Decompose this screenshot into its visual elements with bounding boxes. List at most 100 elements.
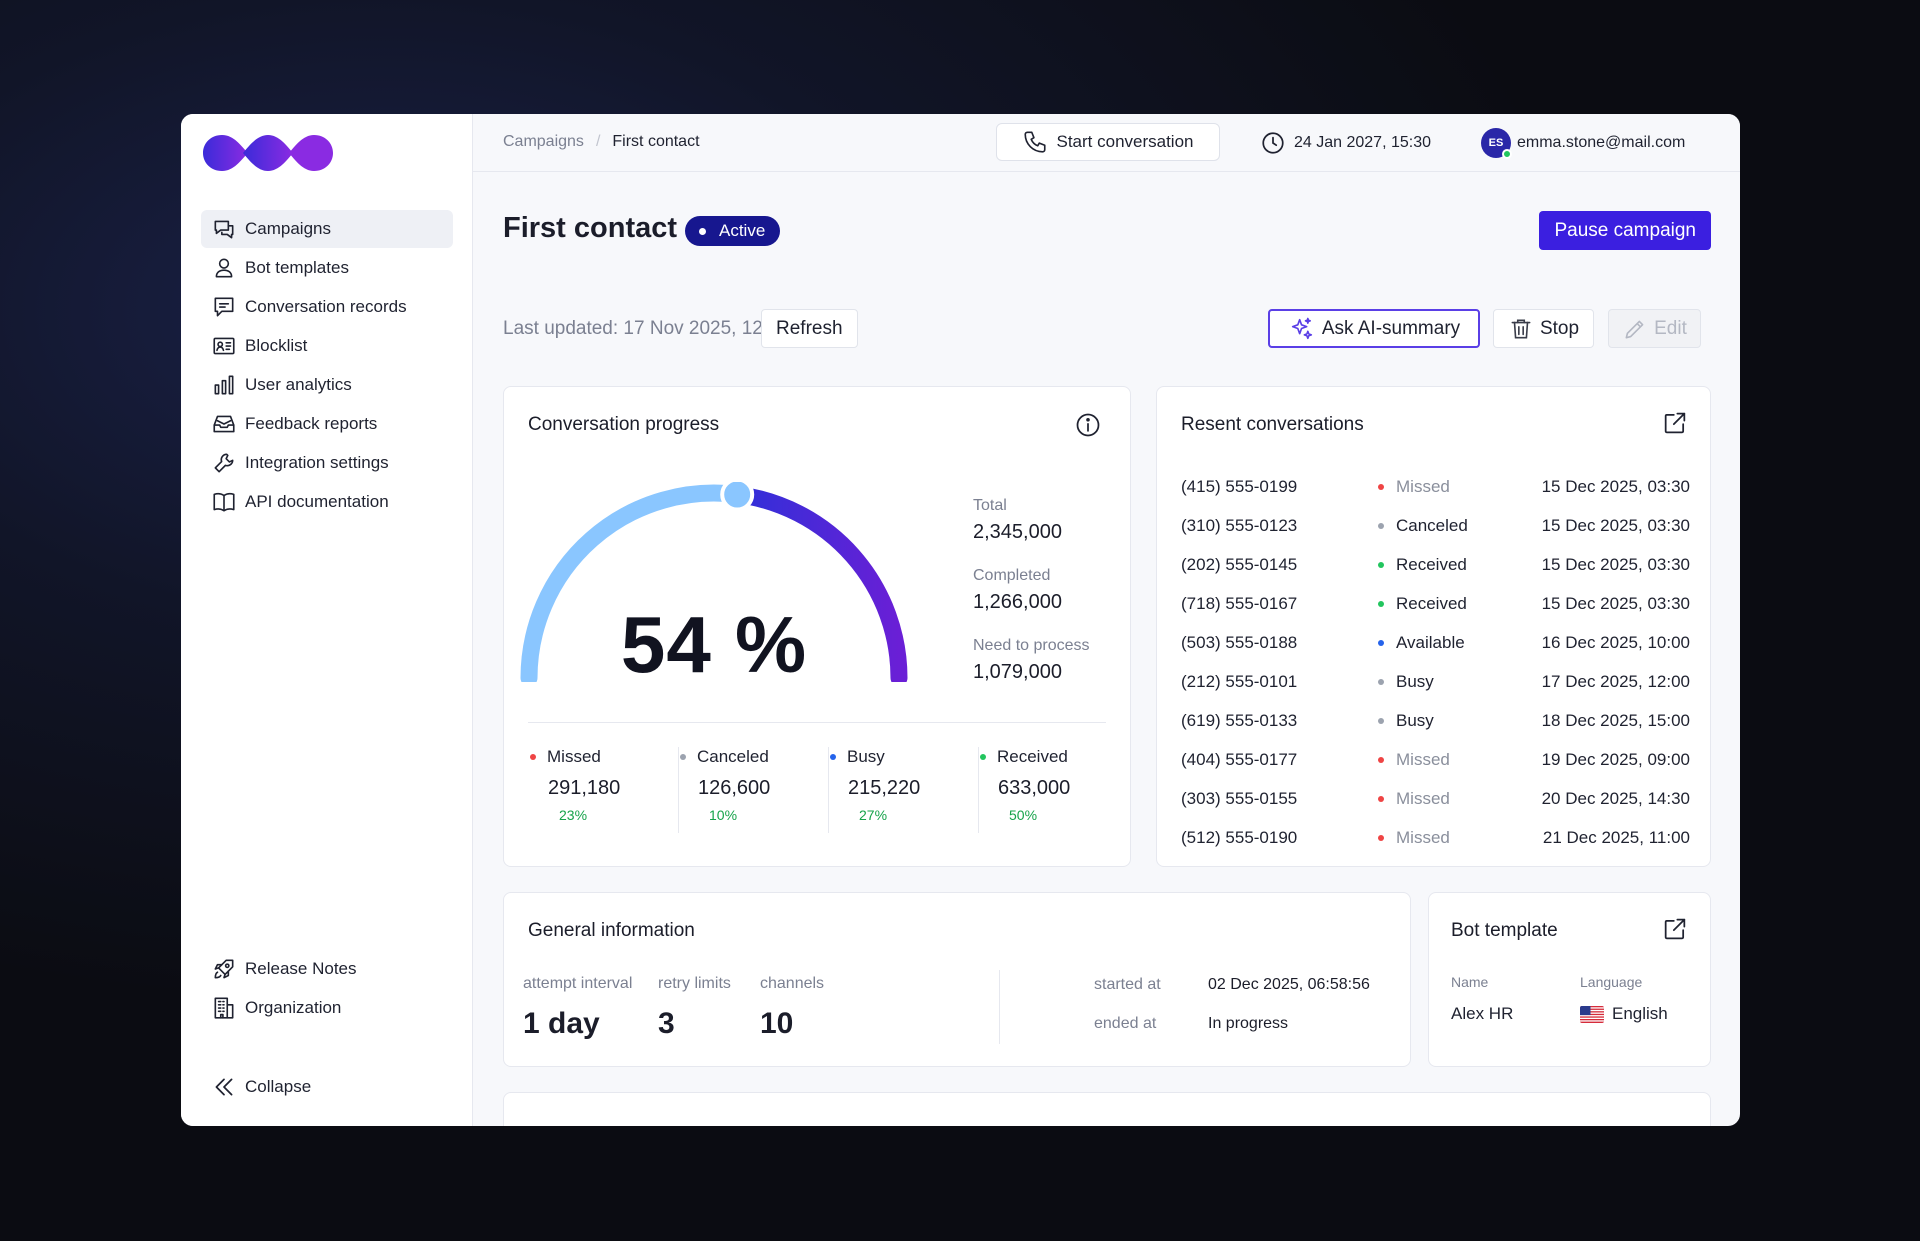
sidebar-item-feedback-reports[interactable]: Feedback reports: [201, 405, 453, 443]
datetime-text: 24 Jan 2027, 15:30: [1294, 134, 1432, 151]
stat-label: Canceled: [697, 747, 769, 766]
conversation-phone: (718) 555-0167: [1181, 593, 1298, 613]
refresh-button[interactable]: Refresh: [761, 309, 858, 348]
status-dot: [699, 227, 706, 235]
breadcrumb-separator: /: [595, 133, 601, 150]
main-content: Campaigns / First contact Start conversa…: [473, 114, 1740, 1126]
conversation-phone: (404) 555-0177: [1181, 749, 1298, 769]
stat-value: 633,000: [998, 777, 1071, 799]
table-row[interactable]: (202) 555-0145 Received 15 Dec 2025, 03:30: [1181, 545, 1690, 584]
conversation-status-label: Received: [1396, 554, 1467, 574]
conversation-phone: (415) 555-0199: [1181, 476, 1298, 496]
status-dot: [680, 754, 686, 760]
collapse-button[interactable]: Collapse: [201, 1068, 453, 1107]
breadcrumb-current: First contact: [612, 133, 700, 150]
breadcrumb-campaigns[interactable]: Campaigns: [503, 133, 584, 151]
pencil-icon: [1625, 320, 1644, 338]
us-flag-icon: [1580, 1005, 1604, 1023]
sidebar-item-user-analytics[interactable]: User analytics: [201, 366, 453, 404]
wrench-icon: [214, 453, 234, 473]
info-icon[interactable]: [1074, 411, 1102, 439]
stat-percent: 23%: [559, 807, 588, 823]
general-label: attempt interval: [523, 975, 633, 992]
total-value: 1,266,000: [973, 591, 1062, 613]
general-label: channels: [760, 975, 825, 992]
sparkles-icon: [1291, 317, 1312, 339]
progress-percent: 54 %: [620, 600, 808, 689]
sidebar-item-campaigns[interactable]: Campaigns: [201, 210, 453, 248]
sidebar-item-release-notes[interactable]: Release Notes: [201, 950, 453, 988]
status-dot: [1378, 756, 1384, 763]
table-row[interactable]: (718) 555-0167 Received 15 Dec 2025, 03:30: [1181, 584, 1690, 623]
total-value: 1,079,000: [973, 661, 1062, 683]
progress-divider: [528, 722, 1106, 723]
stat-percent: 50%: [1009, 807, 1038, 823]
conversation-status: Busy: [1378, 711, 1508, 731]
conversation-list: (415) 555-0199 Missed 15 Dec 2025, 03:30 (3…: [1181, 467, 1690, 857]
stat-divider: [678, 747, 679, 833]
table-row[interactable]: (404) 555-0177 Missed 19 Dec 2025, 09:00: [1181, 740, 1690, 779]
start-conversation-button[interactable]: Start conversation: [996, 123, 1220, 161]
conversation-date: 18 Dec 2025, 15:00: [1541, 710, 1690, 730]
table-row[interactable]: (512) 555-0190 Missed 21 Dec 2025, 11:00: [1181, 818, 1690, 857]
table-row[interactable]: (212) 555-0101 Busy 17 Dec 2025, 12:00: [1181, 662, 1690, 701]
stop-button[interactable]: Stop: [1493, 309, 1594, 348]
ask-ai-summary-button[interactable]: Ask AI-summary: [1268, 309, 1480, 348]
sidebar-item-api-documentation[interactable]: API documentation: [201, 483, 453, 521]
stat-received: Received 633,000 50%: [980, 747, 1130, 823]
pause-campaign-button[interactable]: Pause campaign: [1539, 211, 1711, 250]
bot-language: English: [1580, 1004, 1668, 1024]
status-dot: [1378, 483, 1384, 490]
stat-value: 126,600: [698, 777, 771, 799]
progress-totals: Total 2,345,000 Completed 1,266,000 Need to …: [973, 497, 1090, 707]
page-title: First contact: [503, 212, 678, 244]
table-row[interactable]: (619) 555-0133 Busy 18 Dec 2025, 15:00: [1181, 701, 1690, 740]
sidebar-item-blocklist[interactable]: Blocklist: [201, 327, 453, 365]
conversation-status: Received: [1378, 555, 1508, 575]
sidebar-item-conversation-records[interactable]: Conversation records: [201, 288, 453, 326]
stat-canceled: Canceled 126,600 10%: [680, 747, 830, 823]
conversation-status-label: Available: [1396, 632, 1465, 652]
general-label: retry limits: [658, 975, 731, 992]
status-dot: [1378, 561, 1384, 568]
bar-chart-icon: [214, 375, 234, 395]
user-menu[interactable]: ES emma.stone@mail.com: [1481, 128, 1685, 159]
sidebar-item-label: Release Notes: [245, 959, 357, 978]
sidebar-item-integration-settings[interactable]: Integration settings: [201, 444, 453, 482]
table-row[interactable]: (503) 555-0188 Available 16 Dec 2025, 10:0…: [1181, 623, 1690, 662]
contact-card-icon: [213, 337, 235, 355]
stat-percent: 10%: [709, 807, 738, 823]
external-link-icon[interactable]: [1661, 409, 1689, 437]
clock-icon: [1262, 132, 1284, 154]
gauge-knob[interactable]: [720, 482, 755, 512]
started-at-value: 02 Dec 2025, 06:58:56: [1208, 976, 1370, 993]
start-conversation-label: Start conversation: [1056, 132, 1194, 151]
conversation-status: Missed: [1378, 828, 1508, 848]
sidebar-item-label: Campaigns: [245, 219, 331, 238]
table-row[interactable]: (303) 555-0155 Missed 20 Dec 2025, 14:30: [1181, 779, 1690, 818]
sidebar-item-bot-templates[interactable]: Bot templates: [201, 249, 453, 287]
conversation-status-label: Missed: [1396, 749, 1450, 769]
table-row[interactable]: (310) 555-0123 Canceled 15 Dec 2025, 03:30: [1181, 506, 1690, 545]
current-datetime: 24 Jan 2027, 15:30: [1260, 130, 1431, 156]
conversation-status-label: Missed: [1396, 788, 1450, 808]
conversation-phone: (310) 555-0123: [1181, 515, 1298, 535]
sidebar-item-organization[interactable]: Organization: [201, 989, 453, 1027]
bot-template-card: Bot template Name Alex HR Language Engli…: [1428, 892, 1711, 1067]
brand-logo[interactable]: [201, 132, 336, 174]
edit-button[interactable]: Edit: [1608, 309, 1701, 348]
stat-label: Missed: [547, 747, 601, 766]
rocket-icon: [214, 959, 234, 979]
status-label: Active: [719, 221, 766, 240]
status-dot: [1378, 717, 1384, 724]
table-row[interactable]: (415) 555-0199 Missed 15 Dec 2025, 03:30: [1181, 467, 1690, 506]
total-label: Total: [973, 497, 1007, 514]
avatar-initials: ES: [1488, 137, 1504, 149]
avatar: ES: [1481, 128, 1512, 159]
sidebar-item-label: User analytics: [245, 375, 352, 394]
phone-icon: [1024, 131, 1047, 153]
external-link-icon[interactable]: [1661, 915, 1689, 943]
general-channels: channels 10: [760, 975, 824, 1041]
stat-value: 291,180: [548, 777, 621, 799]
conversation-status-label: Canceled: [1396, 515, 1468, 535]
